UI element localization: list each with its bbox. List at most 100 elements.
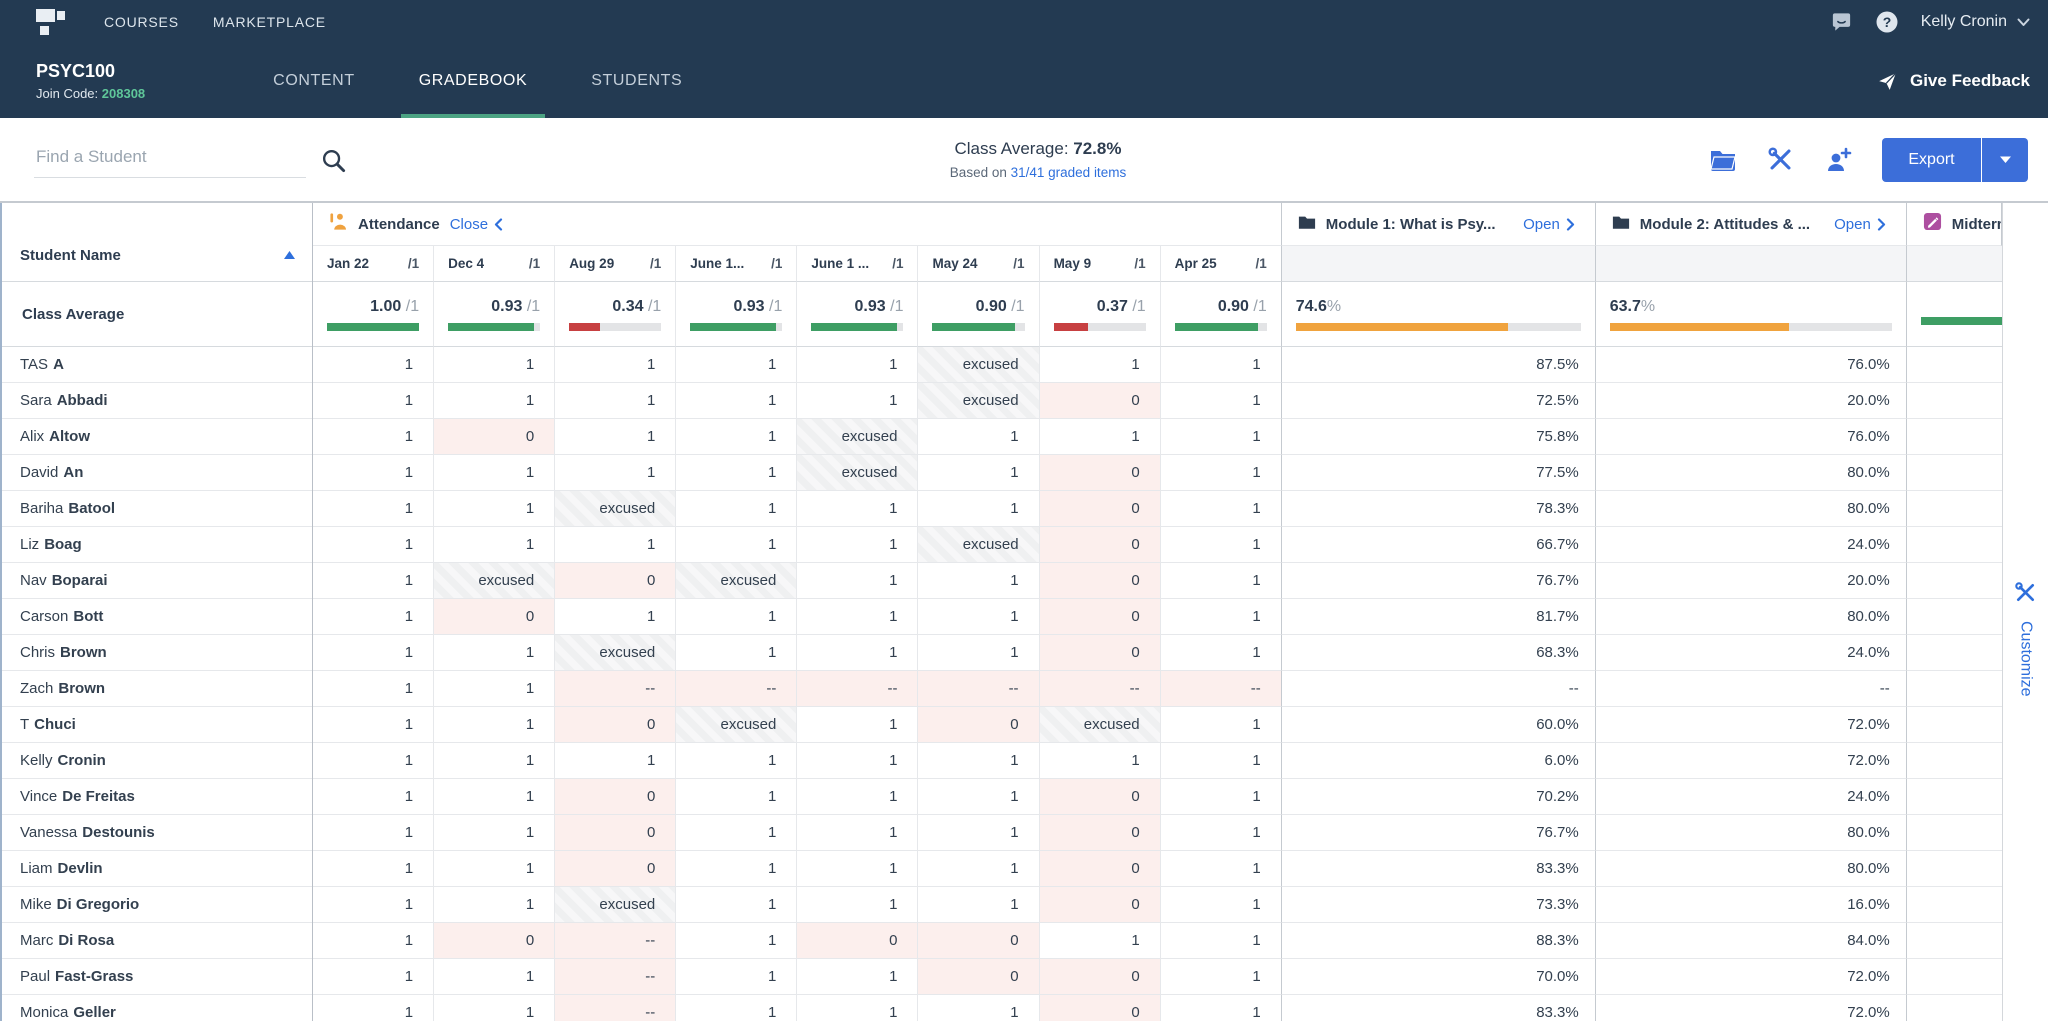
attendance-grade-cell[interactable]: 1 [676,779,797,815]
date-column-header[interactable]: Dec 4 /1 [434,246,555,282]
search-input[interactable] [34,141,306,178]
attendance-grade-cell[interactable]: 1 [797,635,918,671]
attendance-grade-cell[interactable]: 1 [1040,743,1161,779]
student-name-cell[interactable]: SaraAbbadi [0,383,312,419]
attendance-grade-cell[interactable]: 1 [434,779,555,815]
attendance-grade-cell[interactable]: 1 [313,347,434,383]
attendance-grade-cell[interactable]: 0 [918,707,1039,743]
attendance-grade-cell[interactable]: excused [555,491,676,527]
attendance-grade-cell[interactable]: 1 [555,383,676,419]
attendance-grade-cell[interactable]: 1 [434,491,555,527]
attendance-grade-cell[interactable]: -- [555,995,676,1021]
module2-grade-cell[interactable]: 72.0% [1596,995,1907,1021]
attendance-grade-cell[interactable]: 1 [555,527,676,563]
student-name-cell[interactable]: TChuci [0,707,312,743]
attendance-grade-cell[interactable]: 0 [1040,563,1161,599]
attendance-grade-cell[interactable]: 1 [797,347,918,383]
module1-grade-cell[interactable]: 6.0% [1282,743,1596,779]
attendance-grade-cell[interactable]: 1 [313,491,434,527]
attendance-grade-cell[interactable]: 1 [313,635,434,671]
module1-grade-cell[interactable]: -- [1282,671,1596,707]
midterm-grade-cell[interactable] [1907,347,2002,383]
attendance-grade-cell[interactable]: 1 [313,455,434,491]
module1-grade-cell[interactable]: 70.2% [1282,779,1596,815]
midterm-grade-cell[interactable] [1907,599,2002,635]
midterm-grade-cell[interactable] [1907,563,2002,599]
attendance-grade-cell[interactable]: 1 [676,851,797,887]
attendance-grade-cell[interactable]: 1 [434,959,555,995]
module1-grade-cell[interactable]: 68.3% [1282,635,1596,671]
attendance-grade-cell[interactable]: 1 [434,707,555,743]
attendance-grade-cell[interactable]: 1 [434,455,555,491]
attendance-grade-cell[interactable]: 1 [313,383,434,419]
attendance-grade-cell[interactable]: -- [555,671,676,707]
attendance-grade-cell[interactable]: 1 [797,995,918,1021]
attendance-grade-cell[interactable]: 1 [918,887,1039,923]
attendance-grade-cell[interactable]: 0 [555,779,676,815]
attendance-grade-cell[interactable]: 1 [1161,527,1282,563]
date-column-header[interactable]: Apr 25 /1 [1161,246,1282,282]
attendance-grade-cell[interactable]: excused [797,419,918,455]
attendance-grade-cell[interactable]: 1 [434,887,555,923]
attendance-grade-cell[interactable]: 1 [434,851,555,887]
student-name-cell[interactable]: VanessaDestounis [0,815,312,851]
midterm-grade-cell[interactable] [1907,995,2002,1021]
attendance-grade-cell[interactable]: 1 [918,491,1039,527]
module1-grade-cell[interactable]: 70.0% [1282,959,1596,995]
module2-grade-cell[interactable]: 76.0% [1596,347,1907,383]
module2-grade-cell[interactable]: 24.0% [1596,779,1907,815]
attendance-grade-cell[interactable]: 1 [1161,851,1282,887]
midterm-grade-cell[interactable] [1907,815,2002,851]
attendance-grade-cell[interactable]: 1 [676,383,797,419]
student-name-cell[interactable]: ChrisBrown [0,635,312,671]
attendance-grade-cell[interactable]: 1 [676,887,797,923]
midterm-grade-cell[interactable] [1907,923,2002,959]
student-name-cell[interactable]: KellyCronin [0,743,312,779]
attendance-grade-cell[interactable]: 1 [434,527,555,563]
attendance-grade-cell[interactable]: 1 [797,491,918,527]
module2-grade-cell[interactable]: 80.0% [1596,455,1907,491]
attendance-grade-cell[interactable]: 0 [1040,455,1161,491]
attendance-grade-cell[interactable]: 1 [434,671,555,707]
attendance-grade-cell[interactable]: 0 [1040,383,1161,419]
attendance-grade-cell[interactable]: 1 [313,923,434,959]
attendance-grade-cell[interactable]: 1 [434,347,555,383]
attendance-grade-cell[interactable]: 1 [555,599,676,635]
attendance-grade-cell[interactable]: 1 [555,455,676,491]
attendance-grade-cell[interactable]: 1 [676,599,797,635]
attendance-grade-cell[interactable]: excused [676,563,797,599]
attendance-grade-cell[interactable]: 1 [676,347,797,383]
attendance-grade-cell[interactable]: 0 [555,563,676,599]
attendance-grade-cell[interactable]: 0 [1040,635,1161,671]
module2-grade-cell[interactable]: 80.0% [1596,815,1907,851]
attendance-grade-cell[interactable]: excused [434,563,555,599]
attendance-grade-cell[interactable]: 0 [1040,887,1161,923]
attendance-grade-cell[interactable]: 0 [434,923,555,959]
attendance-grade-cell[interactable]: 1 [918,599,1039,635]
attendance-grade-cell[interactable]: 1 [313,743,434,779]
midterm-grade-cell[interactable] [1907,851,2002,887]
attendance-grade-cell[interactable]: 1 [797,959,918,995]
attendance-grade-cell[interactable]: 1 [676,995,797,1021]
module1-grade-cell[interactable]: 66.7% [1282,527,1596,563]
student-name-cell[interactable]: VinceDe Freitas [0,779,312,815]
attendance-grade-cell[interactable]: -- [555,923,676,959]
attendance-grade-cell[interactable]: excused [918,527,1039,563]
attendance-grade-cell[interactable]: 1 [313,671,434,707]
attendance-grade-cell[interactable]: -- [1040,671,1161,707]
attendance-grade-cell[interactable]: 1 [918,563,1039,599]
attendance-grade-cell[interactable]: 1 [918,419,1039,455]
attendance-grade-cell[interactable]: 1 [1161,743,1282,779]
attendance-grade-cell[interactable]: 0 [1040,959,1161,995]
customize-rail[interactable]: Customize [2002,203,2048,1021]
attendance-grade-cell[interactable]: 0 [1040,779,1161,815]
module2-grade-cell[interactable]: 80.0% [1596,491,1907,527]
student-name-cell[interactable]: PaulFast-Grass [0,959,312,995]
attendance-grade-cell[interactable]: 1 [676,959,797,995]
attendance-grade-cell[interactable]: 1 [918,635,1039,671]
attendance-grade-cell[interactable]: 1 [1161,707,1282,743]
midterm-grade-cell[interactable] [1907,419,2002,455]
module2-grade-cell[interactable]: 16.0% [1596,887,1907,923]
attendance-grade-cell[interactable]: 1 [1161,995,1282,1021]
attendance-grade-cell[interactable]: excused [555,887,676,923]
